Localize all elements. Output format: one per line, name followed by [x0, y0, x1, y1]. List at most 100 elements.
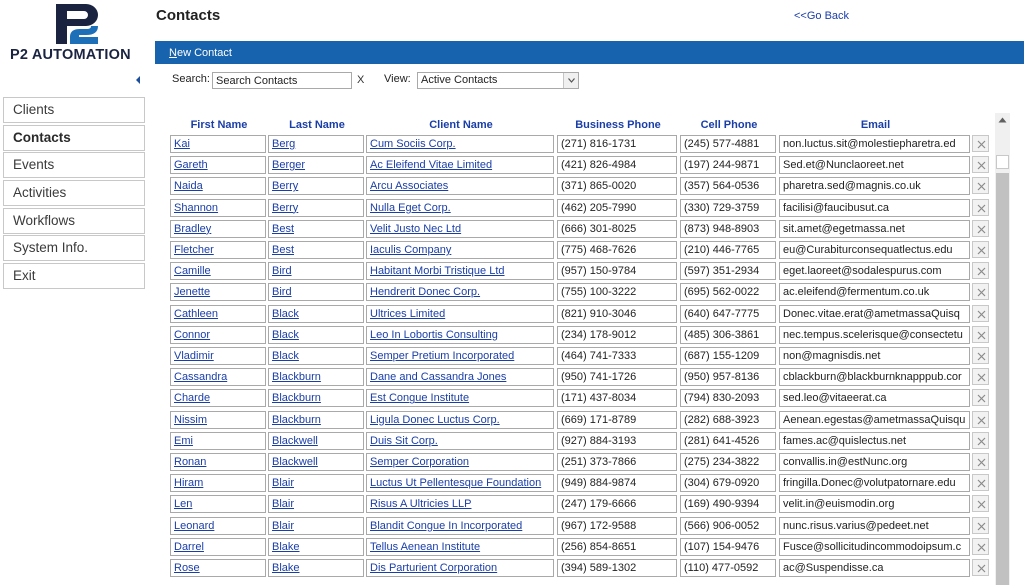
- cell-client-name[interactable]: Velit Justo Nec Ltd: [366, 219, 554, 238]
- cell-client-name[interactable]: Leo In Lobortis Consulting: [366, 325, 554, 344]
- cell-first-name[interactable]: Shannon: [170, 198, 266, 217]
- new-contact-button[interactable]: New Contact: [169, 47, 232, 59]
- delete-row-button[interactable]: [972, 453, 989, 470]
- cell-last-name[interactable]: Best: [268, 219, 364, 238]
- cell-first-name[interactable]: Len: [170, 495, 266, 514]
- cell-first-name[interactable]: Leonard: [170, 516, 266, 535]
- cell-last-name[interactable]: Blackwell: [268, 453, 364, 471]
- delete-row-button[interactable]: [972, 537, 989, 555]
- scroll-up-button[interactable]: [995, 113, 1010, 127]
- cell-last-name[interactable]: Black: [268, 347, 364, 365]
- cell-last-name[interactable]: Best: [268, 241, 364, 259]
- column-header-last-name[interactable]: Last Name: [268, 119, 366, 131]
- delete-row-button[interactable]: [972, 474, 989, 492]
- cell-client-name[interactable]: Ac Eleifend Vitae Limited: [366, 156, 554, 175]
- delete-row-button[interactable]: [972, 198, 989, 216]
- cell-client-name[interactable]: Arcu Associates: [366, 177, 554, 196]
- cell-client-name[interactable]: Risus A Ultricies LLP: [366, 495, 554, 514]
- cell-client-name[interactable]: Semper Pretium Incorporated: [366, 347, 554, 365]
- column-header-cell-phone[interactable]: Cell Phone: [680, 119, 778, 131]
- cell-first-name[interactable]: Cassandra: [170, 368, 266, 387]
- delete-row-button[interactable]: [972, 516, 989, 534]
- cell-first-name[interactable]: Gareth: [170, 156, 266, 175]
- cell-last-name[interactable]: Berry: [268, 177, 364, 196]
- cell-client-name[interactable]: Dis Parturient Corporation: [366, 559, 554, 577]
- collapse-sidebar-icon[interactable]: [134, 75, 142, 85]
- cell-last-name[interactable]: Blair: [268, 474, 364, 493]
- cell-last-name[interactable]: Blackburn: [268, 410, 364, 429]
- delete-row-button[interactable]: [972, 135, 989, 152]
- cell-last-name[interactable]: Blake: [268, 537, 364, 556]
- delete-row-button[interactable]: [972, 368, 989, 386]
- cell-last-name[interactable]: Black: [268, 304, 364, 323]
- vertical-scrollbar[interactable]: [995, 113, 1010, 585]
- cell-first-name[interactable]: Hiram: [170, 474, 266, 493]
- sidebar-item-system-info[interactable]: System Info.: [3, 235, 145, 262]
- column-header-business-phone[interactable]: Business Phone: [557, 119, 679, 131]
- delete-row-button[interactable]: [972, 219, 989, 237]
- column-header-client-name[interactable]: Client Name: [366, 119, 556, 131]
- cell-first-name[interactable]: Kai: [170, 135, 266, 153]
- cell-client-name[interactable]: Luctus Ut Pellentesque Foundation: [366, 474, 554, 493]
- cell-first-name[interactable]: Cathleen: [170, 304, 266, 323]
- cell-last-name[interactable]: Blackburn: [268, 389, 364, 408]
- cell-client-name[interactable]: Hendrerit Donec Corp.: [366, 283, 554, 302]
- cell-last-name[interactable]: Berry: [268, 198, 364, 217]
- cell-client-name[interactable]: Dane and Cassandra Jones: [366, 368, 554, 387]
- cell-client-name[interactable]: Ligula Donec Luctus Corp.: [366, 410, 554, 429]
- cell-first-name[interactable]: Bradley: [170, 219, 266, 238]
- search-input[interactable]: [212, 72, 352, 89]
- cell-last-name[interactable]: Berg: [268, 135, 364, 153]
- cell-first-name[interactable]: Vladimir: [170, 347, 266, 365]
- cell-client-name[interactable]: Nulla Eget Corp.: [366, 198, 554, 217]
- cell-last-name[interactable]: Berger: [268, 156, 364, 175]
- cell-first-name[interactable]: Connor: [170, 325, 266, 344]
- scroll-track[interactable]: [996, 173, 1009, 585]
- sidebar-item-activities[interactable]: Activities: [3, 180, 145, 207]
- cell-client-name[interactable]: Ultrices Limited: [366, 304, 554, 323]
- cell-first-name[interactable]: Emi: [170, 431, 266, 450]
- cell-last-name[interactable]: Blair: [268, 516, 364, 535]
- cell-last-name[interactable]: Blake: [268, 559, 364, 577]
- cell-first-name[interactable]: Darrel: [170, 537, 266, 556]
- cell-first-name[interactable]: Rose: [170, 559, 266, 577]
- cell-first-name[interactable]: Fletcher: [170, 241, 266, 259]
- sidebar-item-clients[interactable]: Clients: [3, 97, 145, 123]
- delete-row-button[interactable]: [972, 559, 989, 576]
- cell-first-name[interactable]: Ronan: [170, 453, 266, 471]
- delete-row-button[interactable]: [972, 389, 989, 407]
- cell-first-name[interactable]: Jenette: [170, 283, 266, 302]
- cell-first-name[interactable]: Camille: [170, 262, 266, 281]
- clear-search-button[interactable]: X: [357, 74, 364, 86]
- cell-first-name[interactable]: Naida: [170, 177, 266, 196]
- cell-last-name[interactable]: Blackwell: [268, 431, 364, 450]
- cell-last-name[interactable]: Blair: [268, 495, 364, 514]
- sidebar-item-contacts[interactable]: Contacts: [3, 124, 145, 151]
- column-header-email[interactable]: Email: [779, 119, 972, 131]
- cell-last-name[interactable]: Black: [268, 325, 364, 344]
- cell-client-name[interactable]: Iaculis Company: [366, 241, 554, 259]
- sidebar-item-exit[interactable]: Exit: [3, 263, 145, 290]
- delete-row-button[interactable]: [972, 241, 989, 258]
- cell-client-name[interactable]: Cum Sociis Corp.: [366, 135, 554, 153]
- cell-client-name[interactable]: Semper Corporation: [366, 453, 554, 471]
- cell-client-name[interactable]: Tellus Aenean Institute: [366, 537, 554, 556]
- delete-row-button[interactable]: [972, 431, 989, 449]
- go-back-link[interactable]: <<Go Back: [794, 10, 849, 22]
- cell-last-name[interactable]: Bird: [268, 262, 364, 281]
- sidebar-item-workflows[interactable]: Workflows: [3, 207, 145, 234]
- delete-row-button[interactable]: [972, 177, 989, 195]
- sidebar-item-events[interactable]: Events: [3, 152, 145, 179]
- cell-first-name[interactable]: Nissim: [170, 410, 266, 429]
- delete-row-button[interactable]: [972, 495, 989, 513]
- cell-client-name[interactable]: Habitant Morbi Tristique Ltd: [366, 262, 554, 281]
- scroll-thumb[interactable]: [996, 155, 1009, 169]
- cell-client-name[interactable]: Duis Sit Corp.: [366, 431, 554, 450]
- cell-last-name[interactable]: Blackburn: [268, 368, 364, 387]
- delete-row-button[interactable]: [972, 347, 989, 364]
- delete-row-button[interactable]: [972, 325, 989, 343]
- delete-row-button[interactable]: [972, 304, 989, 322]
- delete-row-button[interactable]: [972, 283, 989, 301]
- delete-row-button[interactable]: [972, 410, 989, 428]
- dropdown-button[interactable]: [563, 73, 578, 88]
